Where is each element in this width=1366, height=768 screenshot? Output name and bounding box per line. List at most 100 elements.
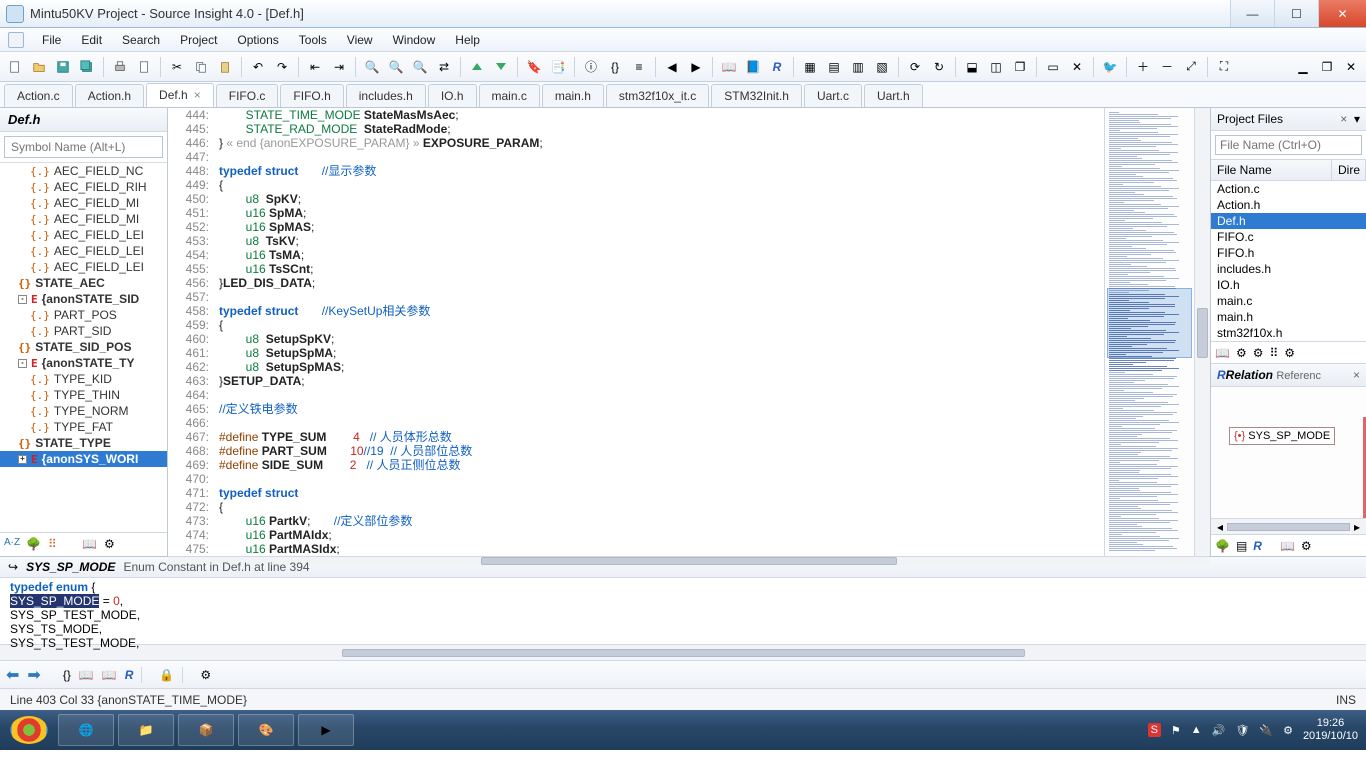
nav-back-icon[interactable]: ◀ xyxy=(661,56,683,78)
tray-shield-icon[interactable]: 🛡 xyxy=(1235,724,1249,737)
tab-STM32Init-h[interactable]: STM32Init.h xyxy=(711,84,802,107)
tray-ime-icon[interactable]: S xyxy=(1148,723,1161,737)
symbol-item[interactable]: {.}AEC_FIELD_RIH xyxy=(0,179,167,195)
project-file-row[interactable]: includes.h xyxy=(1211,261,1366,277)
panel-3-icon[interactable]: ▥ xyxy=(847,56,869,78)
tree-view-icon[interactable]: 🌳 xyxy=(26,537,42,553)
nav-fwd-btn[interactable]: ➡ xyxy=(27,665,40,685)
next-result-icon[interactable] xyxy=(490,56,512,78)
tray-up-icon[interactable]: ▲ xyxy=(1191,724,1202,736)
editor-horizontal-scrollbar[interactable] xyxy=(168,556,1210,565)
fullscreen-icon[interactable]: ⛶ xyxy=(1213,56,1235,78)
rel-r-icon[interactable]: R xyxy=(1253,539,1262,553)
book-open-icon[interactable]: 📖 xyxy=(718,56,740,78)
file-filter-input[interactable] xyxy=(1215,135,1362,155)
bookmark-list-icon[interactable]: 📑 xyxy=(547,56,569,78)
cascade-icon[interactable]: ❐ xyxy=(1009,56,1031,78)
tab-IO-h[interactable]: IO.h xyxy=(428,84,477,107)
project-file-row[interactable]: FIFO.c xyxy=(1211,229,1366,245)
panel-4-icon[interactable]: ▧ xyxy=(871,56,893,78)
tab-main-h[interactable]: main.h xyxy=(542,84,604,107)
zoom-reset-icon[interactable]: ⤢ xyxy=(1180,56,1202,78)
browse-icon[interactable]: ≡ xyxy=(628,56,650,78)
symbol-icon[interactable]: {} xyxy=(604,56,626,78)
tile-h-icon[interactable]: ⬓ xyxy=(961,56,983,78)
tab-Def-h[interactable]: Def.h× xyxy=(146,83,214,107)
menu-view[interactable]: View xyxy=(337,33,383,47)
project-file-row[interactable]: IO.h xyxy=(1211,277,1366,293)
project-files-dropdown-icon[interactable]: ▾ xyxy=(1354,112,1360,126)
nav-r-icon[interactable]: R xyxy=(125,668,134,682)
context-horizontal-scrollbar[interactable] xyxy=(0,644,1366,660)
col-filename[interactable]: File Name xyxy=(1211,160,1332,180)
nav-def-icon[interactable]: {} xyxy=(63,668,71,682)
tray-net-icon[interactable]: ⚑ xyxy=(1171,724,1181,737)
symbol-item[interactable]: {}STATE_SID_POS xyxy=(0,339,167,355)
mdi-restore-icon[interactable]: ❐ xyxy=(1316,56,1338,78)
print-icon[interactable] xyxy=(109,56,131,78)
project-file-row[interactable]: Action.c xyxy=(1211,181,1366,197)
close-button[interactable]: ✕ xyxy=(1318,0,1366,27)
project-files-close-icon[interactable]: × xyxy=(1340,112,1347,126)
pf-gear2-icon[interactable]: ⚙ xyxy=(1253,346,1264,360)
menu-window[interactable]: Window xyxy=(383,33,446,47)
tab-main-c[interactable]: main.c xyxy=(479,84,540,107)
bird-icon[interactable]: 🐦 xyxy=(1099,56,1121,78)
search-files-icon[interactable]: 🔍 xyxy=(409,56,431,78)
menu-tools[interactable]: Tools xyxy=(289,33,337,47)
project-file-list[interactable]: File Name Dire Action.cAction.hDef.hFIFO… xyxy=(1211,159,1366,341)
nav-book2-icon[interactable]: 📖 xyxy=(102,668,117,682)
save-icon[interactable] xyxy=(52,56,74,78)
mdi-min-icon[interactable]: ▁ xyxy=(1292,56,1314,78)
pf-gear1-icon[interactable]: ⚙ xyxy=(1236,346,1247,360)
tray-power-icon[interactable]: 🔌 xyxy=(1259,724,1273,737)
col-dir[interactable]: Dire xyxy=(1332,160,1366,180)
tab-Action-c[interactable]: Action.c xyxy=(4,84,73,107)
symbol-item[interactable]: {.}AEC_FIELD_LEI xyxy=(0,243,167,259)
pf-book-icon[interactable]: 📖 xyxy=(1215,346,1230,360)
task-app[interactable]: ▶ xyxy=(298,714,354,746)
symbol-item[interactable]: {.}AEC_FIELD_LEI xyxy=(0,259,167,275)
new-file-icon[interactable] xyxy=(4,56,26,78)
editor-vertical-scrollbar[interactable] xyxy=(1194,108,1210,556)
symbol-search-input[interactable] xyxy=(4,136,163,158)
nav-book1-icon[interactable]: 📖 xyxy=(79,668,94,682)
symbol-item[interactable]: {.}AEC_FIELD_MI xyxy=(0,195,167,211)
menu-edit[interactable]: Edit xyxy=(71,33,112,47)
search-icon[interactable]: 🔍 xyxy=(361,56,383,78)
context-body[interactable]: typedef enum { SYS_SP_MODE = 0, SYS_SP_T… xyxy=(0,578,1366,644)
menu-search[interactable]: Search xyxy=(112,33,170,47)
book-icon[interactable]: 📖 xyxy=(82,537,98,553)
project-file-row[interactable]: Def.h xyxy=(1211,213,1366,229)
menu-help[interactable]: Help xyxy=(445,33,490,47)
replace-icon[interactable]: ⇄ xyxy=(433,56,455,78)
panel-1-icon[interactable]: ▦ xyxy=(799,56,821,78)
prev-result-icon[interactable] xyxy=(466,56,488,78)
bookmark-icon[interactable]: 🔖 xyxy=(523,56,545,78)
tab-FIFO-c[interactable]: FIFO.c xyxy=(216,84,279,107)
tile-v-icon[interactable]: ◫ xyxy=(985,56,1007,78)
close-all-icon[interactable]: ✕ xyxy=(1066,56,1088,78)
window-list-icon[interactable]: ▭ xyxy=(1042,56,1064,78)
rel-tree-icon[interactable]: 🌳 xyxy=(1215,539,1230,553)
tray-vol-icon[interactable]: 🔊 xyxy=(1212,724,1226,737)
symbol-item[interactable]: {}STATE_TYPE xyxy=(0,435,167,451)
open-file-icon[interactable] xyxy=(28,56,50,78)
tray-misc-icon[interactable]: ⚙ xyxy=(1283,724,1293,737)
system-menu-icon[interactable] xyxy=(8,32,24,48)
panel-2-icon[interactable]: ▤ xyxy=(823,56,845,78)
indent-left-icon[interactable]: ⇤ xyxy=(304,56,326,78)
project-file-row[interactable]: FIFO.h xyxy=(1211,245,1366,261)
save-all-icon[interactable] xyxy=(76,56,98,78)
zoom-in-icon[interactable]: ＋ xyxy=(1132,56,1154,78)
minimize-button[interactable]: — xyxy=(1230,0,1274,27)
tab-Action-h[interactable]: Action.h xyxy=(75,84,144,107)
task-archive[interactable]: 📦 xyxy=(178,714,234,746)
menu-project[interactable]: Project xyxy=(170,33,227,47)
code-body[interactable]: STATE_TIME_MODE StateMasMsAec; STATE_RAD… xyxy=(213,108,1104,556)
tab-close-icon[interactable]: × xyxy=(194,88,201,102)
tab-FIFO-h[interactable]: FIFO.h xyxy=(280,84,343,107)
nav-back-btn[interactable]: ⬅ xyxy=(6,665,19,685)
pf-opts-icon[interactable]: ⠿ xyxy=(1269,346,1278,360)
symbol-item[interactable]: {.}AEC_FIELD_MI xyxy=(0,211,167,227)
